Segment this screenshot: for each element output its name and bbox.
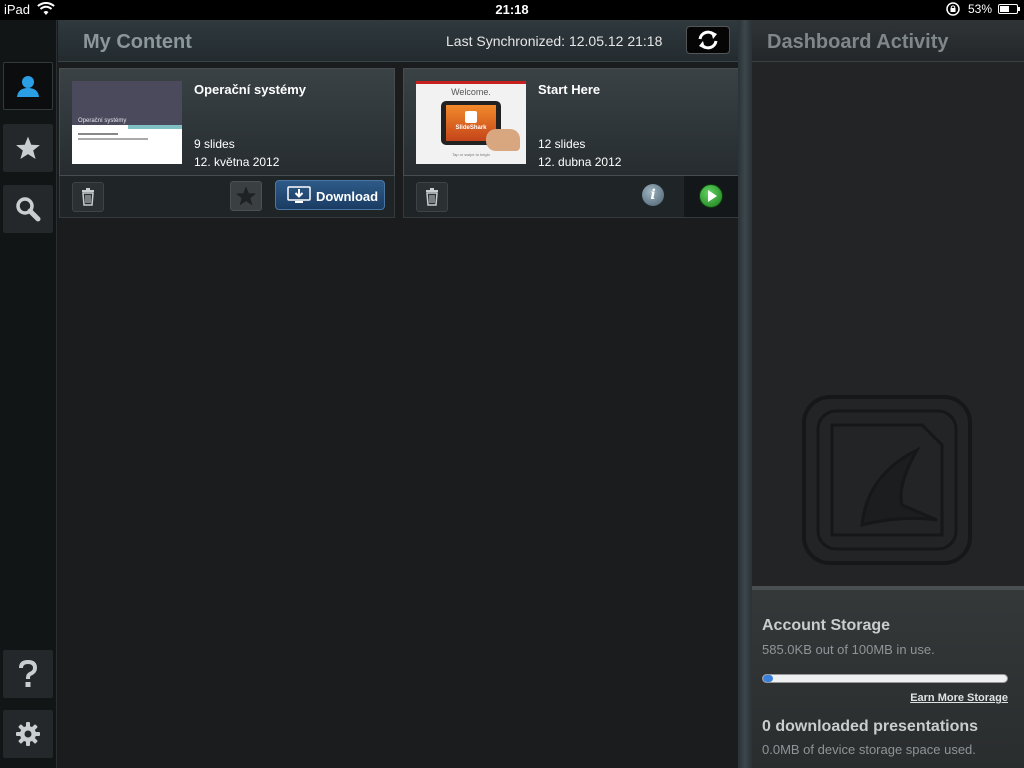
thumbnail-brand: SlideShark: [455, 125, 487, 131]
content-header: My Content Last Synchronized: 12.05.12 2…: [58, 20, 738, 62]
slideshark-logo-icon: [465, 111, 477, 123]
thumbnail-tap-text: Tap or swipe to begin: [452, 152, 490, 157]
nav-favorites-button[interactable]: [3, 124, 53, 172]
status-time: 21:18: [495, 2, 529, 17]
card-info[interactable]: Welcome. SlideShark Tap or swipe to begi…: [403, 68, 739, 176]
card-date: 12. května 2012: [194, 155, 280, 169]
download-button[interactable]: Download: [275, 180, 385, 210]
slideshark-watermark-icon: [802, 395, 972, 565]
status-bar: iPad 21:18 53%: [0, 0, 1024, 20]
info-icon: i: [650, 187, 656, 203]
storage-title: Account Storage: [762, 617, 891, 634]
slide-count: 12 slides: [538, 137, 586, 151]
last-synchronized-label: Last Synchronized: 12.05.12 21:18: [446, 33, 663, 49]
refresh-icon: [698, 30, 718, 50]
thumbnail-welcome: Welcome.: [451, 87, 491, 97]
help-button[interactable]: [3, 650, 53, 698]
card-actions: Download: [59, 176, 395, 218]
panel-divider: [738, 20, 752, 768]
rotation-lock-icon: [946, 2, 960, 16]
delete-button[interactable]: [72, 182, 104, 212]
card-title: Start Here: [538, 82, 601, 97]
dashboard-title: Dashboard Activity: [767, 31, 949, 53]
thumbnail-subtitle-lines: [78, 131, 168, 140]
download-label: Download: [316, 189, 379, 204]
hand-illustration: [486, 129, 520, 151]
storage-progress-bar: [762, 674, 1008, 683]
storage-usage-text: 585.0KB out of 100MB in use.: [762, 642, 935, 657]
star-icon: [235, 186, 257, 206]
nav-my-content-button[interactable]: [3, 62, 53, 110]
storage-progress-fill: [763, 675, 773, 682]
trash-icon: [82, 188, 94, 206]
account-storage-panel: Account Storage 585.0KB out of 100MB in …: [752, 586, 1024, 768]
thumbnail-title: Operační systémy: [78, 118, 127, 124]
delete-button[interactable]: [416, 182, 448, 212]
card-info[interactable]: Operační systémy Operační systémy 9 slid…: [59, 68, 395, 176]
star-icon: [16, 136, 40, 160]
download-icon: [287, 186, 311, 203]
device-storage-usage: 0.0MB of device storage space used.: [762, 742, 976, 757]
trash-icon: [426, 188, 438, 206]
sync-button[interactable]: [686, 26, 730, 54]
presentation-thumbnail[interactable]: Operační systémy: [72, 81, 182, 164]
settings-button[interactable]: [3, 710, 53, 758]
presentation-card[interactable]: Operační systémy Operační systémy 9 slid…: [59, 68, 395, 219]
page-title: My Content: [83, 31, 192, 53]
card-title: Operační systémy: [194, 82, 307, 97]
play-area: [684, 176, 739, 217]
slide-count: 9 slides: [194, 137, 235, 151]
gear-icon: [16, 722, 40, 746]
dashboard-header: Dashboard Activity: [752, 20, 1024, 62]
left-navigation: [0, 20, 57, 768]
card-date: 12. dubna 2012: [538, 155, 622, 169]
battery-percent: 53%: [968, 2, 993, 16]
nav-search-button[interactable]: [3, 185, 53, 233]
user-icon: [17, 76, 39, 97]
downloaded-presentations-count: 0 downloaded presentations: [762, 718, 979, 735]
question-mark-icon: [19, 660, 38, 687]
earn-more-storage-link[interactable]: Earn More Storage: [910, 692, 1008, 704]
info-button[interactable]: i: [642, 184, 664, 206]
card-actions: i: [403, 176, 739, 218]
dashboard-activity-panel: [752, 62, 1024, 586]
presentation-thumbnail[interactable]: Welcome. SlideShark Tap or swipe to begi…: [416, 81, 526, 164]
favorite-button[interactable]: [230, 181, 262, 211]
play-button[interactable]: [699, 184, 723, 208]
presentation-card[interactable]: Welcome. SlideShark Tap or swipe to begi…: [403, 68, 739, 219]
battery-icon: [998, 4, 1020, 14]
search-icon: [16, 197, 41, 222]
